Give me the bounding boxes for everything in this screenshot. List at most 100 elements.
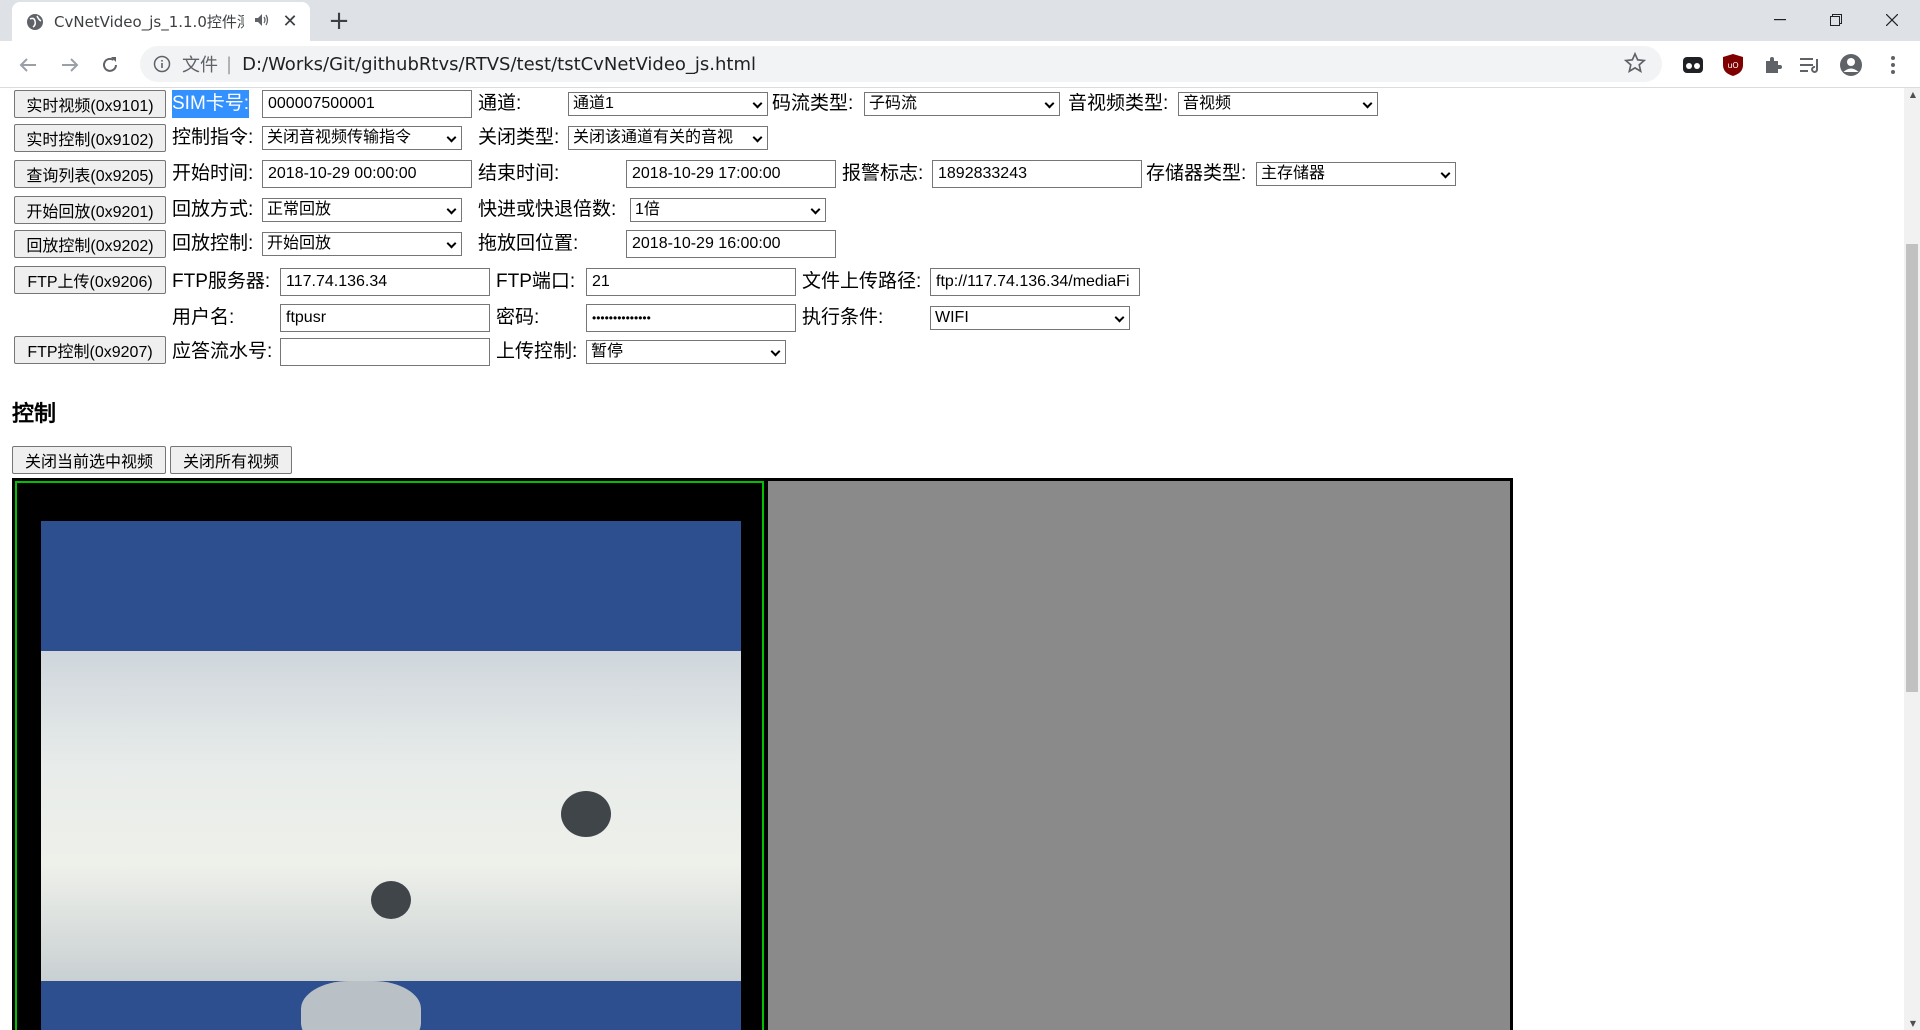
playback-control-button[interactable]: 回放控制(0x9202) xyxy=(14,230,166,258)
scheme-label: 文件 xyxy=(182,55,218,76)
seek-position-label: 拖放回位置: xyxy=(478,233,579,254)
serial-number-label: 应答流水号: xyxy=(172,341,273,362)
puzzle-icon[interactable] xyxy=(1760,52,1786,78)
close-icon[interactable]: ✕ xyxy=(280,11,300,32)
playback-mode-select[interactable]: 正常回放 xyxy=(262,198,462,222)
upload-control-select[interactable]: 暂停 xyxy=(586,340,786,364)
realtime-video-button[interactable]: 实时视频(0x9101) xyxy=(14,90,166,118)
upload-control-label: 上传控制: xyxy=(496,341,578,362)
seek-position-input[interactable]: 2018-10-29 16:00:00 xyxy=(626,230,836,258)
chevron-down-icon xyxy=(446,132,457,143)
star-icon[interactable] xyxy=(1623,51,1647,78)
profile-avatar-icon[interactable] xyxy=(1838,52,1864,78)
close-current-video-button[interactable]: 关闭当前选中视频 xyxy=(12,446,166,474)
speaker-icon[interactable] xyxy=(254,13,270,31)
ftp-port-input[interactable]: 21 xyxy=(586,268,796,296)
end-time-input[interactable]: 2018-10-29 17:00:00 xyxy=(626,160,836,188)
url-separator: | xyxy=(226,53,233,75)
ftp-port-label: FTP端口: xyxy=(496,271,576,292)
ftp-upload-button[interactable]: FTP上传(0x9206) xyxy=(14,266,166,294)
upload-path-input[interactable]: ftp://117.74.136.34/mediaFi xyxy=(930,268,1140,296)
window-close-icon[interactable] xyxy=(1864,0,1920,40)
scroll-up-icon[interactable]: ▲ xyxy=(1910,90,1916,99)
speed-select[interactable]: 1倍 xyxy=(630,198,826,222)
video-object xyxy=(301,981,421,1030)
reload-icon[interactable] xyxy=(94,49,126,81)
tab-title: CvNetVideo_js_1.1.0控件测 xyxy=(54,13,244,31)
browser-tab-strip: CvNetVideo_js_1.1.0控件测 ✕ + xyxy=(0,0,1920,41)
exec-condition-select[interactable]: WIFI xyxy=(930,306,1130,330)
info-icon[interactable] xyxy=(152,54,172,74)
video-object xyxy=(561,791,611,837)
video-object xyxy=(371,881,411,919)
chevron-down-icon xyxy=(810,204,821,215)
password-input[interactable]: •••••••••••••• xyxy=(586,304,796,332)
scroll-thumb[interactable] xyxy=(1906,244,1918,692)
playback-mode-label: 回放方式: xyxy=(172,199,254,220)
chevron-down-icon xyxy=(752,132,763,143)
chevron-down-icon xyxy=(770,346,781,357)
start-time-label: 开始时间: xyxy=(172,163,254,184)
menu-dots-icon[interactable] xyxy=(1880,52,1906,78)
svg-text:uO: uO xyxy=(1727,61,1738,70)
start-time-input[interactable]: 2018-10-29 00:00:00 xyxy=(262,160,472,188)
media-controls-icon[interactable] xyxy=(1798,52,1824,78)
browser-toolbar: 文件 | D:/Works/Git/githubRtvs/RTVS/test/t… xyxy=(0,41,1920,88)
minimize-icon[interactable] xyxy=(1752,0,1808,40)
start-playback-button[interactable]: 开始回放(0x9201) xyxy=(14,196,166,224)
video-grid xyxy=(12,478,1513,1030)
chevron-down-icon xyxy=(1044,98,1055,109)
serial-number-input[interactable] xyxy=(280,338,490,366)
control-section-title: 控制 xyxy=(12,401,57,426)
close-type-select[interactable]: 关闭该通道有关的音视 xyxy=(568,126,768,150)
restore-icon[interactable] xyxy=(1808,0,1864,40)
page-scrollbar[interactable]: ▲ ▼ xyxy=(1904,88,1920,1030)
sim-label: SIM卡号: xyxy=(172,90,250,118)
page-content: 实时视频(0x9101) SIM卡号: 000007500001 通道: 通道1… xyxy=(0,88,1920,1030)
sim-input[interactable]: 000007500001 xyxy=(262,90,472,118)
control-cmd-select[interactable]: 关闭音视频传输指令 xyxy=(262,126,462,150)
video-cell-selected[interactable] xyxy=(15,481,764,1030)
stream-type-select[interactable]: 子码流 xyxy=(864,92,1060,116)
url-text[interactable]: D:/Works/Git/githubRtvs/RTVS/test/tstCvN… xyxy=(242,54,756,75)
chevron-down-icon xyxy=(1362,98,1373,109)
forward-arrow-icon[interactable] xyxy=(54,49,86,81)
ftp-server-label: FTP服务器: xyxy=(172,271,271,292)
back-arrow-icon[interactable] xyxy=(12,49,44,81)
chevron-down-icon xyxy=(1440,168,1451,179)
query-list-button[interactable]: 查询列表(0x9205) xyxy=(14,160,166,188)
alarm-flag-label: 报警标志: xyxy=(842,163,924,184)
password-label: 密码: xyxy=(496,307,540,328)
browser-tab[interactable]: CvNetVideo_js_1.1.0控件测 ✕ xyxy=(12,2,310,41)
channel-label: 通道: xyxy=(478,93,522,114)
end-time-label: 结束时间: xyxy=(478,163,560,184)
ftp-control-button[interactable]: FTP控制(0x9207) xyxy=(14,336,166,364)
chevron-down-icon xyxy=(446,204,457,215)
control-cmd-label: 控制指令: xyxy=(172,127,254,148)
realtime-control-button[interactable]: 实时控制(0x9102) xyxy=(14,124,166,152)
video-cell-empty[interactable] xyxy=(768,481,1510,1030)
alarm-flag-input[interactable]: 1892833243 xyxy=(932,160,1142,188)
ftp-server-input[interactable]: 117.74.136.34 xyxy=(280,268,490,296)
stream-type-label: 码流类型: xyxy=(772,93,854,114)
upload-path-label: 文件上传路径: xyxy=(802,271,922,292)
video-frame xyxy=(41,521,741,1030)
username-label: 用户名: xyxy=(172,307,235,328)
video-wall-surface xyxy=(41,651,741,981)
chevron-down-icon xyxy=(752,98,763,109)
channel-select[interactable]: 通道1 xyxy=(568,92,768,116)
chevron-down-icon xyxy=(1114,312,1125,323)
av-type-label: 音视频类型: xyxy=(1068,93,1169,114)
storage-type-select[interactable]: 主存储器 xyxy=(1256,162,1456,186)
close-type-label: 关闭类型: xyxy=(478,127,560,148)
playback-ctrl-select[interactable]: 开始回放 xyxy=(262,232,462,256)
scroll-down-icon[interactable]: ▼ xyxy=(1910,1019,1916,1028)
av-type-select[interactable]: 音视频 xyxy=(1178,92,1378,116)
address-bar[interactable]: 文件 | D:/Works/Git/githubRtvs/RTVS/test/t… xyxy=(140,46,1662,82)
plus-icon[interactable]: + xyxy=(324,6,354,36)
close-all-videos-button[interactable]: 关闭所有视频 xyxy=(170,446,292,474)
username-input[interactable]: ftpusr xyxy=(280,304,490,332)
extension-glasses-icon[interactable] xyxy=(1680,52,1706,78)
speed-label: 快进或快退倍数: xyxy=(478,199,617,220)
ublock-icon[interactable]: uO xyxy=(1720,52,1746,78)
